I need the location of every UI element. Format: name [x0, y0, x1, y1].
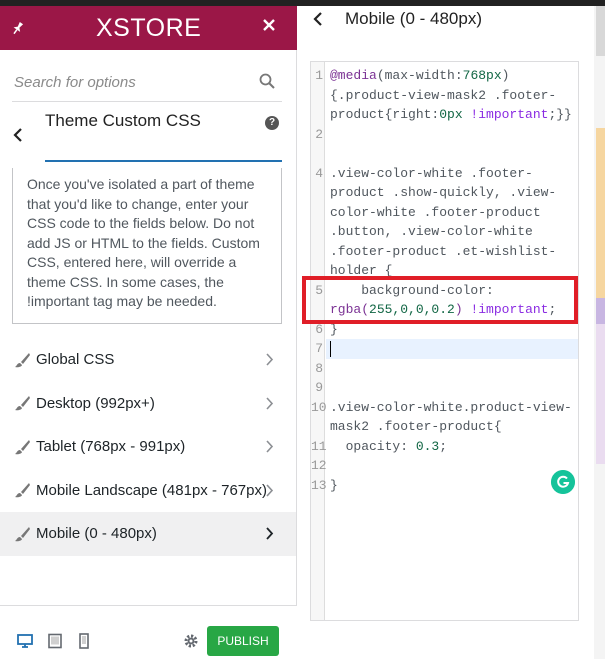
- css-section-menu: Global CSS Desktop (992px+) Tablet (768p…: [0, 338, 296, 556]
- code-line[interactable]: 4 .view-color-white .footer-: [311, 164, 578, 184]
- code-line[interactable]: product{right:0px !important;}}: [311, 105, 578, 125]
- pin-icon[interactable]: [9, 19, 27, 37]
- grammarly-icon[interactable]: [551, 470, 575, 494]
- sidebar-item-label: Tablet (768px - 991px): [36, 438, 186, 456]
- code-line[interactable]: mask2 .footer-product{: [311, 417, 578, 437]
- chevron-right-icon: [266, 483, 274, 497]
- panel-header: Mobile (0 - 480px): [297, 6, 605, 46]
- chevron-right-icon: [266, 396, 274, 410]
- code-line[interactable]: 12: [311, 456, 578, 476]
- desktop-preview-icon[interactable]: [17, 633, 33, 649]
- sidebar-item-label: Desktop (992px+): [36, 394, 155, 412]
- annotation-highlight-box: [302, 276, 578, 324]
- sidebar-item-global-css[interactable]: Global CSS: [0, 338, 296, 382]
- panel-title: Mobile (0 - 480px): [345, 9, 483, 28]
- code-line[interactable]: .button, .view-color-white: [311, 222, 578, 242]
- code-line[interactable]: 8: [311, 359, 578, 379]
- chevron-left-icon[interactable]: [311, 11, 325, 27]
- gear-icon[interactable]: [183, 633, 199, 649]
- preview-strip: [596, 324, 605, 464]
- code-line[interactable]: .footer-product .et-wishlist-: [311, 242, 578, 262]
- brush-icon: [15, 439, 30, 455]
- brand-header: XSTORE: [0, 6, 297, 50]
- sidebar-item-mobile[interactable]: Mobile (0 - 480px): [0, 512, 296, 556]
- code-line[interactable]: 10 .view-color-white.product-view-: [311, 398, 578, 418]
- code-line[interactable]: 1 @media(max-width:768px): [311, 66, 578, 86]
- chevron-right-icon: [266, 527, 274, 540]
- brush-icon: [15, 526, 30, 542]
- search-bar: [12, 64, 282, 102]
- code-line[interactable]: 9: [311, 378, 578, 398]
- chevron-left-icon: [13, 128, 22, 142]
- brush-icon: [15, 396, 30, 411]
- brush-icon: [15, 483, 30, 498]
- preview-strip: [596, 298, 605, 324]
- sidebar-item-desktop[interactable]: Desktop (992px+): [0, 382, 296, 426]
- code-line[interactable]: {.product-view-mask2 .footer-: [311, 86, 578, 106]
- section-description: Once you've isolated a part of theme tha…: [12, 168, 282, 324]
- code-line[interactable]: color-white .footer-product: [311, 203, 578, 223]
- code-line[interactable]: [311, 144, 578, 164]
- code-line[interactable]: 2: [311, 125, 578, 145]
- preview-strip: [596, 6, 605, 56]
- back-button[interactable]: [0, 102, 36, 168]
- preview-strip: [596, 128, 605, 298]
- sidebar-item-mobile-landscape[interactable]: Mobile Landscape (481px - 767px): [0, 469, 296, 513]
- customizer-sidebar: XSTORE Theme Custom CSS ? Once you've is…: [0, 6, 297, 659]
- code-line[interactable]: 11 opacity: 0.3;: [311, 437, 578, 457]
- close-icon[interactable]: [262, 18, 276, 32]
- code-line[interactable]: product .show-quickly, .view-: [311, 183, 578, 203]
- section-title: Theme Custom CSS: [45, 111, 201, 130]
- code-line[interactable]: 7: [311, 339, 578, 359]
- sidebar-item-tablet[interactable]: Tablet (768px - 991px): [0, 425, 296, 469]
- chevron-right-icon: [266, 353, 274, 366]
- sidebar-item-label: Mobile Landscape (481px - 767px): [36, 481, 267, 499]
- section-header: Theme Custom CSS ?: [0, 102, 297, 168]
- sidebar-item-label: Mobile (0 - 480px): [36, 525, 157, 543]
- sidebar-item-label: Global CSS: [36, 351, 115, 369]
- help-icon[interactable]: ?: [265, 116, 279, 130]
- chevron-right-icon: [266, 440, 274, 453]
- tablet-preview-icon[interactable]: [47, 633, 63, 649]
- customizer-footer: PUBLISH: [0, 605, 297, 659]
- css-code-editor[interactable]: 1 @media(max-width:768px) {.product-view-…: [310, 61, 579, 621]
- xstore-logo: XSTORE: [96, 14, 202, 42]
- code-line[interactable]: 13}: [311, 476, 578, 496]
- publish-button[interactable]: PUBLISH: [207, 626, 279, 656]
- mobile-preview-icon[interactable]: [76, 633, 92, 649]
- section-underline: [45, 160, 282, 162]
- search-icon[interactable]: [258, 72, 276, 90]
- brush-icon: [15, 352, 30, 368]
- search-input[interactable]: [14, 70, 244, 94]
